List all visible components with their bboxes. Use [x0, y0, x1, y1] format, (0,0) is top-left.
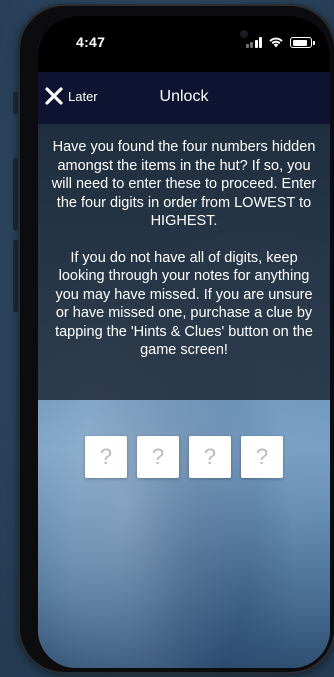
code-input-row: ? ? ? ? [38, 436, 330, 478]
instructions-paragraph-2: If you do not have all of digits, keep l… [55, 249, 313, 359]
cellular-signal-icon [245, 37, 262, 48]
battery-cap [313, 41, 315, 45]
instructions-panel: Have you found the four numbers hidden a… [38, 124, 330, 400]
status-bar: 4:47 [38, 16, 330, 72]
digit-input-1[interactable]: ? [85, 436, 127, 478]
instructions-paragraph-1: Have you found the four numbers hidden a… [51, 139, 317, 229]
wifi-icon [269, 37, 283, 48]
phone-frame: 4:47 Later Unlock Have you found the fou… [18, 4, 334, 674]
battery-icon [290, 37, 315, 48]
digit-input-4[interactable]: ? [241, 436, 283, 478]
unlock-content: Have you found the four numbers hidden a… [38, 124, 330, 668]
status-time: 4:47 [76, 34, 106, 50]
page-title: Unlock [159, 88, 209, 105]
status-icons [245, 36, 315, 48]
notch [120, 16, 248, 44]
digit-input-2[interactable]: ? [137, 436, 179, 478]
phone-screen: 4:47 Later Unlock Have you found the fou… [38, 16, 330, 668]
digit-input-3[interactable]: ? [189, 436, 231, 478]
battery-level [292, 39, 307, 46]
navigation-bar: Later Unlock [38, 72, 330, 124]
